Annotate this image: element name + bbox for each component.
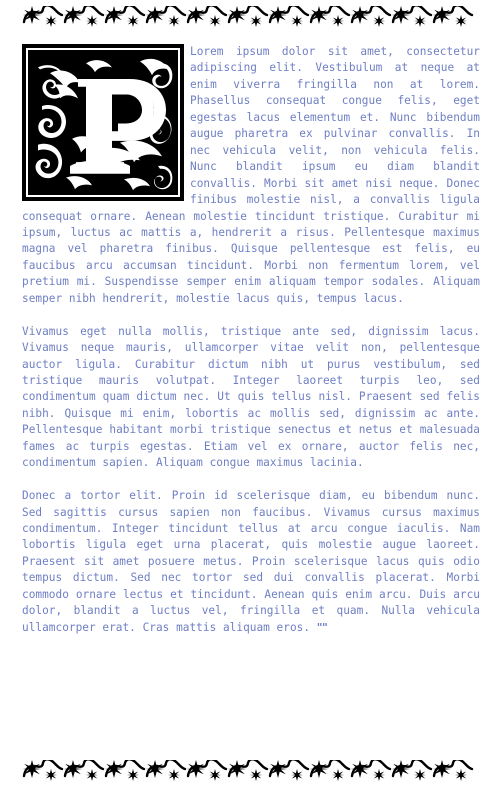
- asterisk-swash-ornament-icon: [22, 6, 480, 32]
- decorative-divider-bottom: [22, 760, 480, 786]
- paragraph-3: Donec a tortor elit. Proin id scelerisqu…: [22, 488, 480, 636]
- paragraph-2: Vivamus eget nulla mollis, tristique ant…: [22, 324, 480, 470]
- asterisk-swash-ornament-icon: [22, 760, 480, 786]
- document-page: Lorem ipsum dolor sit amet, consectetur …: [0, 0, 500, 800]
- decorative-divider-top: [22, 6, 480, 32]
- paragraph-3-text: Donec a tortor elit. Proin id scelerisqu…: [22, 489, 480, 634]
- dropcap-text-wrap-spacer: [22, 44, 190, 202]
- document-body-text: Lorem ipsum dolor sit amet, consectetur …: [22, 44, 480, 636]
- end-mark: "": [316, 620, 328, 634]
